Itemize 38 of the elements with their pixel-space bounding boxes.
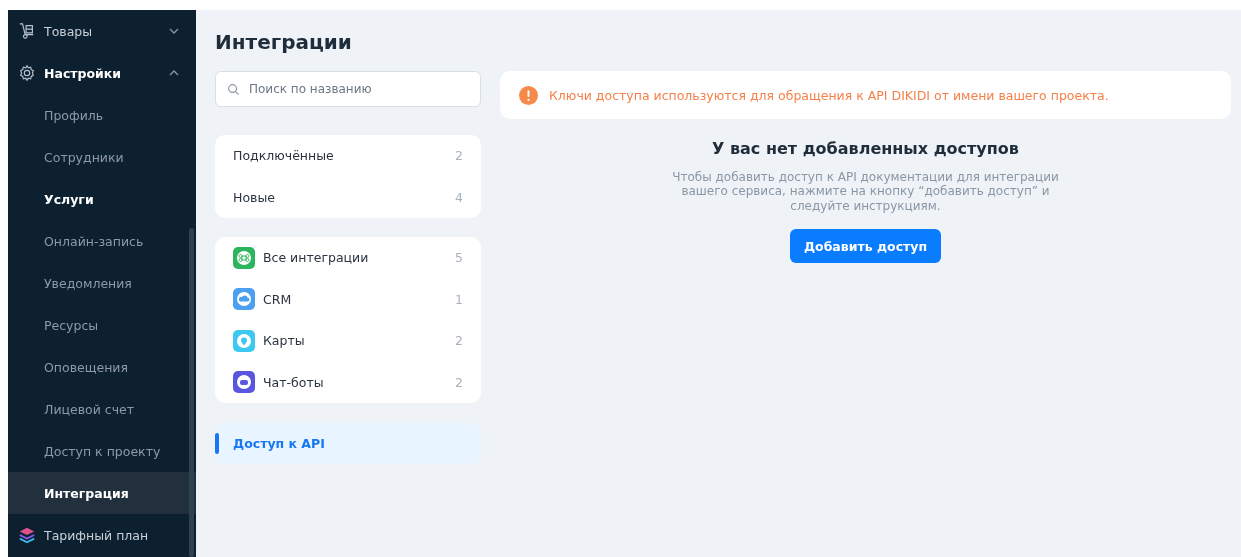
layers-icon bbox=[18, 526, 36, 544]
scrollbar[interactable] bbox=[189, 228, 194, 557]
count: 4 bbox=[455, 189, 463, 205]
filter-item[interactable]: Подключённые 2 bbox=[215, 135, 481, 177]
count: 2 bbox=[455, 333, 463, 349]
api-access-item[interactable]: Доступ к API bbox=[215, 423, 481, 464]
category-item[interactable]: Все интеграции 5 bbox=[215, 237, 481, 279]
sidebar-subitem[interactable]: Оповещения bbox=[8, 346, 196, 388]
sidebar-item[interactable]: Товары bbox=[8, 10, 196, 52]
category-item[interactable]: CRM 1 bbox=[215, 278, 481, 320]
sidebar-item[interactable]: Тарифный план bbox=[8, 514, 196, 556]
warning-icon bbox=[519, 85, 538, 105]
sidebar-subitem[interactable]: Профиль bbox=[8, 94, 196, 136]
sidebar-subitem[interactable]: Интеграция bbox=[8, 472, 196, 514]
count: 1 bbox=[455, 291, 463, 307]
sidebar-subitem[interactable]: Уведомления bbox=[8, 262, 196, 304]
category-item[interactable]: Чат-боты 2 bbox=[215, 361, 481, 403]
add-access-button[interactable]: Добавить доступ bbox=[789, 229, 942, 264]
search-field[interactable]: Поиск по названию bbox=[215, 71, 481, 107]
settings-icon bbox=[18, 64, 36, 82]
sidebar-subitem[interactable]: Лицевой счет bbox=[8, 388, 196, 430]
search-icon bbox=[227, 82, 240, 96]
sidebar-subitem[interactable]: Сотрудники bbox=[8, 136, 196, 178]
count: 2 bbox=[455, 148, 463, 164]
sidebar-subitem[interactable]: Доступ к проекту bbox=[8, 430, 196, 472]
count: 5 bbox=[455, 250, 463, 266]
sidebar-subitem[interactable]: Онлайн-запись bbox=[8, 220, 196, 262]
page-title: Интеграции bbox=[215, 29, 352, 56]
empty-title: У вас нет добавленных доступов bbox=[712, 139, 1019, 158]
sidebar-item[interactable]: Настройки bbox=[8, 52, 196, 94]
empty-description: Чтобы добавить доступ к API документации для интеграции вашего сервиса, нажмите на кнопку “добавить доступ” и следуйте инструкциям. bbox=[671, 170, 1060, 214]
notice-text: Ключи доступа используются для обращения к API DIKIDI от имени вашего проекта. bbox=[549, 87, 1109, 103]
category-item[interactable]: Карты 2 bbox=[215, 320, 481, 362]
count: 2 bbox=[455, 374, 463, 390]
sidebar-subitem[interactable]: Ресурсы bbox=[8, 304, 196, 346]
hand-truck-icon bbox=[18, 22, 36, 40]
sidebar-subitem[interactable]: Услуги bbox=[8, 178, 196, 220]
filter-item[interactable]: Новые 4 bbox=[215, 176, 481, 218]
